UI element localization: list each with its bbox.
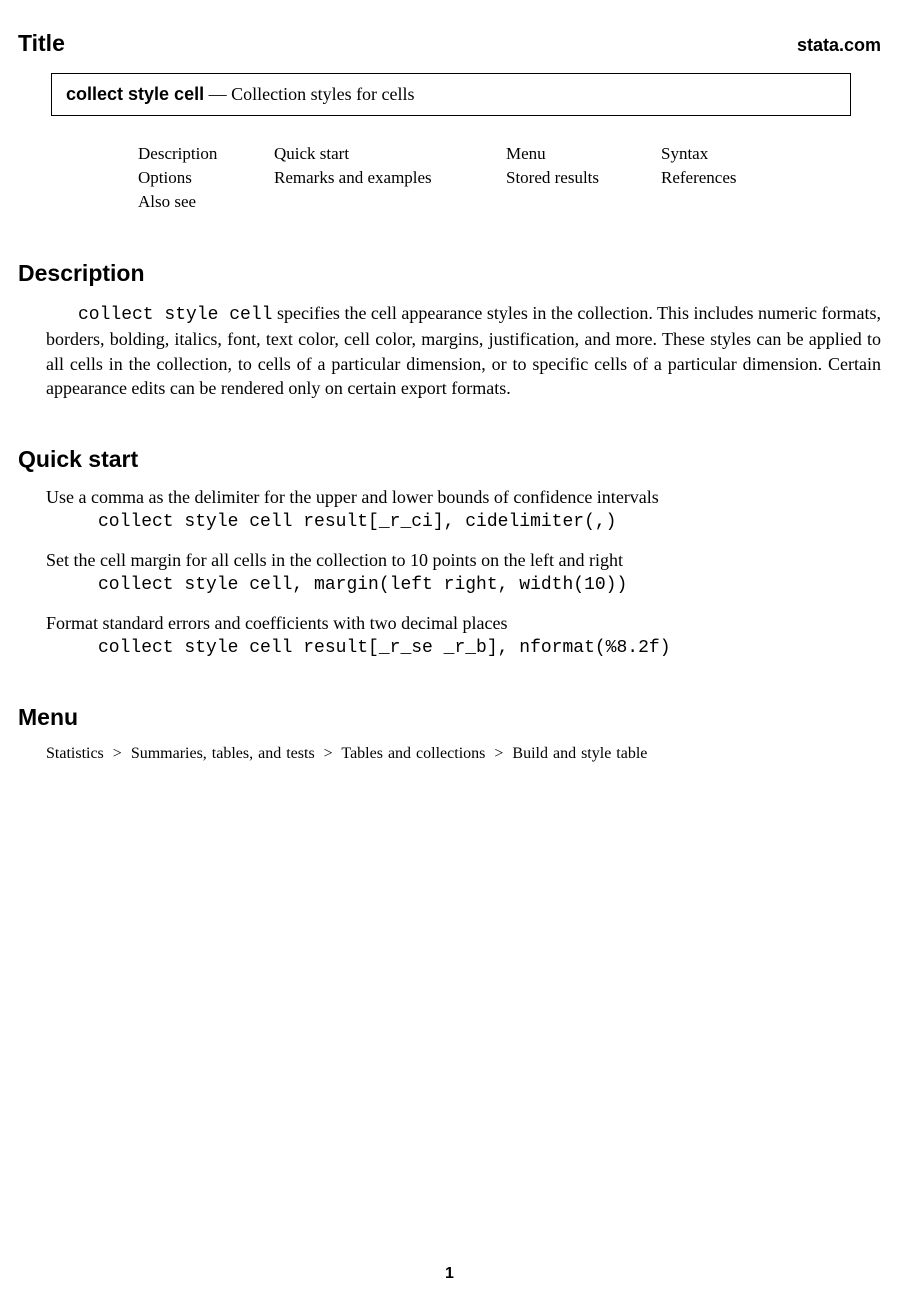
toc-row: Description Quick start Menu Syntax — [138, 142, 881, 166]
description-paragraph: collect style cell specifies the cell ap… — [46, 301, 881, 400]
toc: Description Quick start Menu Syntax Opti… — [138, 142, 881, 214]
description-code: collect style cell — [78, 305, 272, 325]
chevron-right-icon: > — [490, 745, 507, 762]
title-sep: — — [204, 84, 231, 104]
quick-start-code: collect style cell result[_r_ci], cideli… — [98, 512, 881, 532]
toc-link-quick-start[interactable]: Quick start — [274, 142, 506, 166]
quick-start-item: Set the cell margin for all cells in the… — [46, 550, 881, 595]
toc-link-syntax[interactable]: Syntax — [661, 142, 801, 166]
section-heading-quick-start: Quick start — [18, 446, 881, 473]
section-heading-description: Description — [18, 260, 881, 287]
menu-path: Statistics > Summaries, tables, and test… — [46, 745, 881, 763]
menu-segment: Summaries, tables, and tests — [131, 745, 315, 762]
chevron-right-icon: > — [320, 745, 337, 762]
quick-start-code: collect style cell result[_r_se _r_b], n… — [98, 638, 881, 658]
title-box: collect style cell — Collection styles f… — [51, 73, 851, 116]
page-title: Title — [18, 30, 65, 57]
toc-link-remarks[interactable]: Remarks and examples — [274, 166, 506, 190]
quick-start-text: Use a comma as the delimiter for the upp… — [46, 487, 881, 508]
title-subtitle: Collection styles for cells — [231, 84, 414, 104]
toc-link-also-see[interactable]: Also see — [138, 190, 274, 214]
section-heading-menu: Menu — [18, 704, 881, 731]
quick-start-item: Format standard errors and coefficients … — [46, 613, 881, 658]
menu-segment: Build and style table — [512, 745, 647, 762]
site-link[interactable]: stata.com — [797, 35, 881, 56]
quick-start-item: Use a comma as the delimiter for the upp… — [46, 487, 881, 532]
toc-empty — [506, 190, 661, 214]
title-command: collect style cell — [66, 84, 204, 104]
toc-empty — [661, 190, 801, 214]
menu-segment: Tables and collections — [341, 745, 485, 762]
page-number: 1 — [0, 1265, 899, 1283]
quick-start-text: Set the cell margin for all cells in the… — [46, 550, 881, 571]
toc-link-description[interactable]: Description — [138, 142, 274, 166]
toc-empty — [274, 190, 506, 214]
toc-link-menu[interactable]: Menu — [506, 142, 661, 166]
toc-row: Also see — [138, 190, 881, 214]
toc-link-references[interactable]: References — [661, 166, 801, 190]
quick-start-text: Format standard errors and coefficients … — [46, 613, 881, 634]
chevron-right-icon: > — [109, 745, 126, 762]
header-row: Title stata.com — [18, 30, 881, 57]
quick-start-code: collect style cell, margin(left right, w… — [98, 575, 881, 595]
menu-segment: Statistics — [46, 745, 104, 762]
toc-row: Options Remarks and examples Stored resu… — [138, 166, 881, 190]
toc-link-stored-results[interactable]: Stored results — [506, 166, 661, 190]
toc-link-options[interactable]: Options — [138, 166, 274, 190]
